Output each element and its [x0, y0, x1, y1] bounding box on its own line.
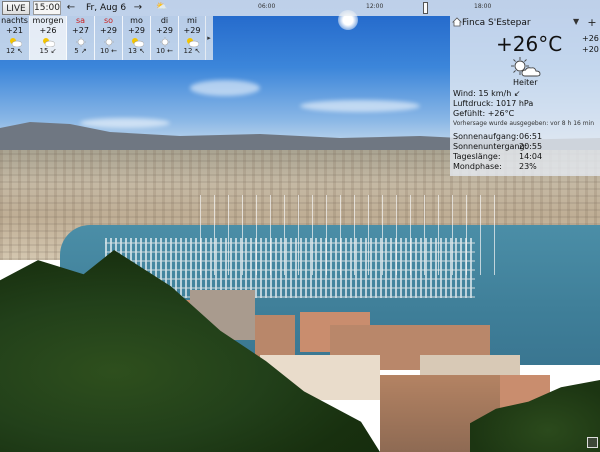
timeline-tick: 12:00 — [366, 3, 384, 10]
live-button[interactable]: LIVE — [2, 1, 30, 15]
sun-icon — [95, 36, 122, 47]
day-temp: +27 — [72, 26, 89, 35]
time-field[interactable]: 15:00 — [33, 1, 61, 15]
forecast-day[interactable]: so +29 10 ← — [95, 16, 123, 60]
day-temp: +29 — [183, 26, 201, 35]
timeline-tick: 18:00 — [474, 3, 492, 10]
day-name: morgen — [32, 16, 64, 25]
day-length-value: 14:04 — [519, 152, 543, 161]
wind-arrow-icon: ↙ — [50, 47, 57, 55]
add-location-icon[interactable]: + — [586, 17, 598, 29]
moon-phase-value: 23% — [519, 162, 537, 171]
feels-like-label: Gefühlt: — [453, 109, 486, 118]
forecast-day[interactable]: sa +27 5 ↗ — [67, 16, 95, 60]
forecast-day[interactable]: mo +29 13 ↖ — [123, 16, 151, 60]
top-toolbar: LIVE 15:00 ← Fr, Aug 6 → ⛅ 06:00 12:00 1… — [0, 0, 600, 16]
wind-arrow-icon: ↖ — [17, 47, 24, 55]
wind-speed: 5 — [74, 47, 79, 55]
low-temp: +20 — [582, 45, 599, 54]
day-length-label: Tageslänge: — [453, 152, 501, 161]
boat-masts — [200, 195, 500, 275]
location-bar[interactable]: Finca S'Estepar ▼ + — [450, 16, 600, 30]
day-temp: +29 — [156, 26, 173, 35]
sunrise-value: 06:51 — [519, 132, 543, 141]
day-name: di — [160, 16, 169, 25]
high-low-temps: +26 +20 — [582, 33, 599, 55]
current-weather-panel: Finca S'Estepar ▼ + +26°C +26 +20 Heiter… — [450, 16, 600, 176]
partly-cloudy-icon — [0, 36, 29, 47]
day-temp: +29 — [100, 26, 117, 35]
day-name: mo — [130, 16, 143, 25]
forecast-day[interactable]: morgen +26 15 ↙ — [30, 16, 67, 60]
timeline-slider[interactable]: ⛅ 06:00 12:00 18:00 — [150, 2, 600, 14]
wind-arrow-icon: ↗ — [80, 47, 87, 55]
timeline-handle[interactable] — [423, 2, 428, 14]
day-temp: +29 — [128, 26, 145, 35]
current-temperature: +26°C — [496, 32, 563, 56]
wind-speed: 10 — [155, 47, 165, 55]
pressure-value: 1017 hPa — [495, 99, 534, 108]
location-name: Finca S'Estepar — [462, 18, 531, 28]
forecast-day[interactable]: mi +29 12 ↖ — [179, 16, 206, 60]
chevron-right-icon[interactable]: ▸ — [205, 16, 213, 60]
partly-cloudy-icon — [123, 36, 150, 47]
wind-arrow-icon: ← — [167, 47, 174, 55]
fullscreen-icon[interactable] — [587, 437, 598, 448]
date-label: Fr, Aug 6 — [86, 3, 127, 13]
sun-cloud-icon — [511, 57, 541, 77]
wind-speed: 13 — [127, 47, 137, 55]
day-temp: +26 — [39, 26, 57, 35]
moon-phase-label: Mondphase: — [453, 162, 502, 171]
pressure-label: Luftdruck: — [453, 99, 494, 108]
sun-icon — [151, 36, 178, 47]
sunset-value: 20:55 — [519, 142, 543, 151]
forecast-day[interactable]: nachts +21 12 ↖ — [0, 16, 30, 60]
wind-label: Wind: — [453, 89, 476, 98]
sun-moon-info: Sonnenaufgang:06:51 Sonnenuntergang:20:5… — [453, 132, 542, 172]
cloud — [190, 80, 260, 96]
weather-details: Wind: 15 km/h ↙ Luftdruck: 1017 hPa Gefü… — [453, 89, 594, 129]
wind-speed: 12 — [183, 47, 193, 55]
home-icon — [452, 17, 462, 27]
wind-arrow-icon: ↙ — [513, 89, 521, 98]
timeline-tick: 06:00 — [258, 3, 276, 10]
day-temp: +21 — [6, 26, 23, 35]
wind-value: 15 km/h — [478, 89, 512, 98]
forecast-day[interactable]: di +29 10 ← — [151, 16, 179, 60]
feels-like-value: +26°C — [487, 109, 515, 118]
forecast-issued-note: Vorhersage wurde ausgegeben: vor 8 h 16 … — [453, 120, 595, 127]
day-name: sa — [75, 16, 86, 25]
condition-text: Heiter — [513, 78, 538, 87]
wind-arrow-icon: ↖ — [139, 47, 146, 55]
wind-arrow-icon: ← — [111, 47, 118, 55]
day-name: so — [103, 16, 114, 25]
day-name: mi — [186, 16, 197, 25]
chevron-down-icon[interactable]: ▼ — [573, 17, 579, 26]
partly-cloudy-icon — [30, 36, 66, 47]
wind-speed: 15 — [39, 47, 49, 55]
sunset-label: Sonnenuntergang: — [453, 142, 528, 151]
arrow-right-icon[interactable]: → — [130, 1, 146, 15]
sunrise-label: Sonnenaufgang: — [453, 132, 519, 141]
wind-speed: 10 — [99, 47, 109, 55]
partly-cloudy-icon — [179, 36, 205, 47]
high-temp: +26 — [582, 34, 599, 43]
wind-speed: 12 — [5, 47, 15, 55]
cloud — [300, 100, 420, 112]
day-name: nachts — [1, 16, 28, 25]
sun-icon — [67, 36, 94, 47]
arrow-left-icon[interactable]: ← — [63, 1, 79, 15]
building — [255, 315, 295, 360]
forecast-strip: nachts +21 12 ↖ morgen +26 15 ↙ sa +27 5… — [0, 16, 212, 60]
wind-arrow-icon: ↖ — [194, 47, 201, 55]
partly-cloudy-icon: ⛅ — [156, 2, 168, 12]
